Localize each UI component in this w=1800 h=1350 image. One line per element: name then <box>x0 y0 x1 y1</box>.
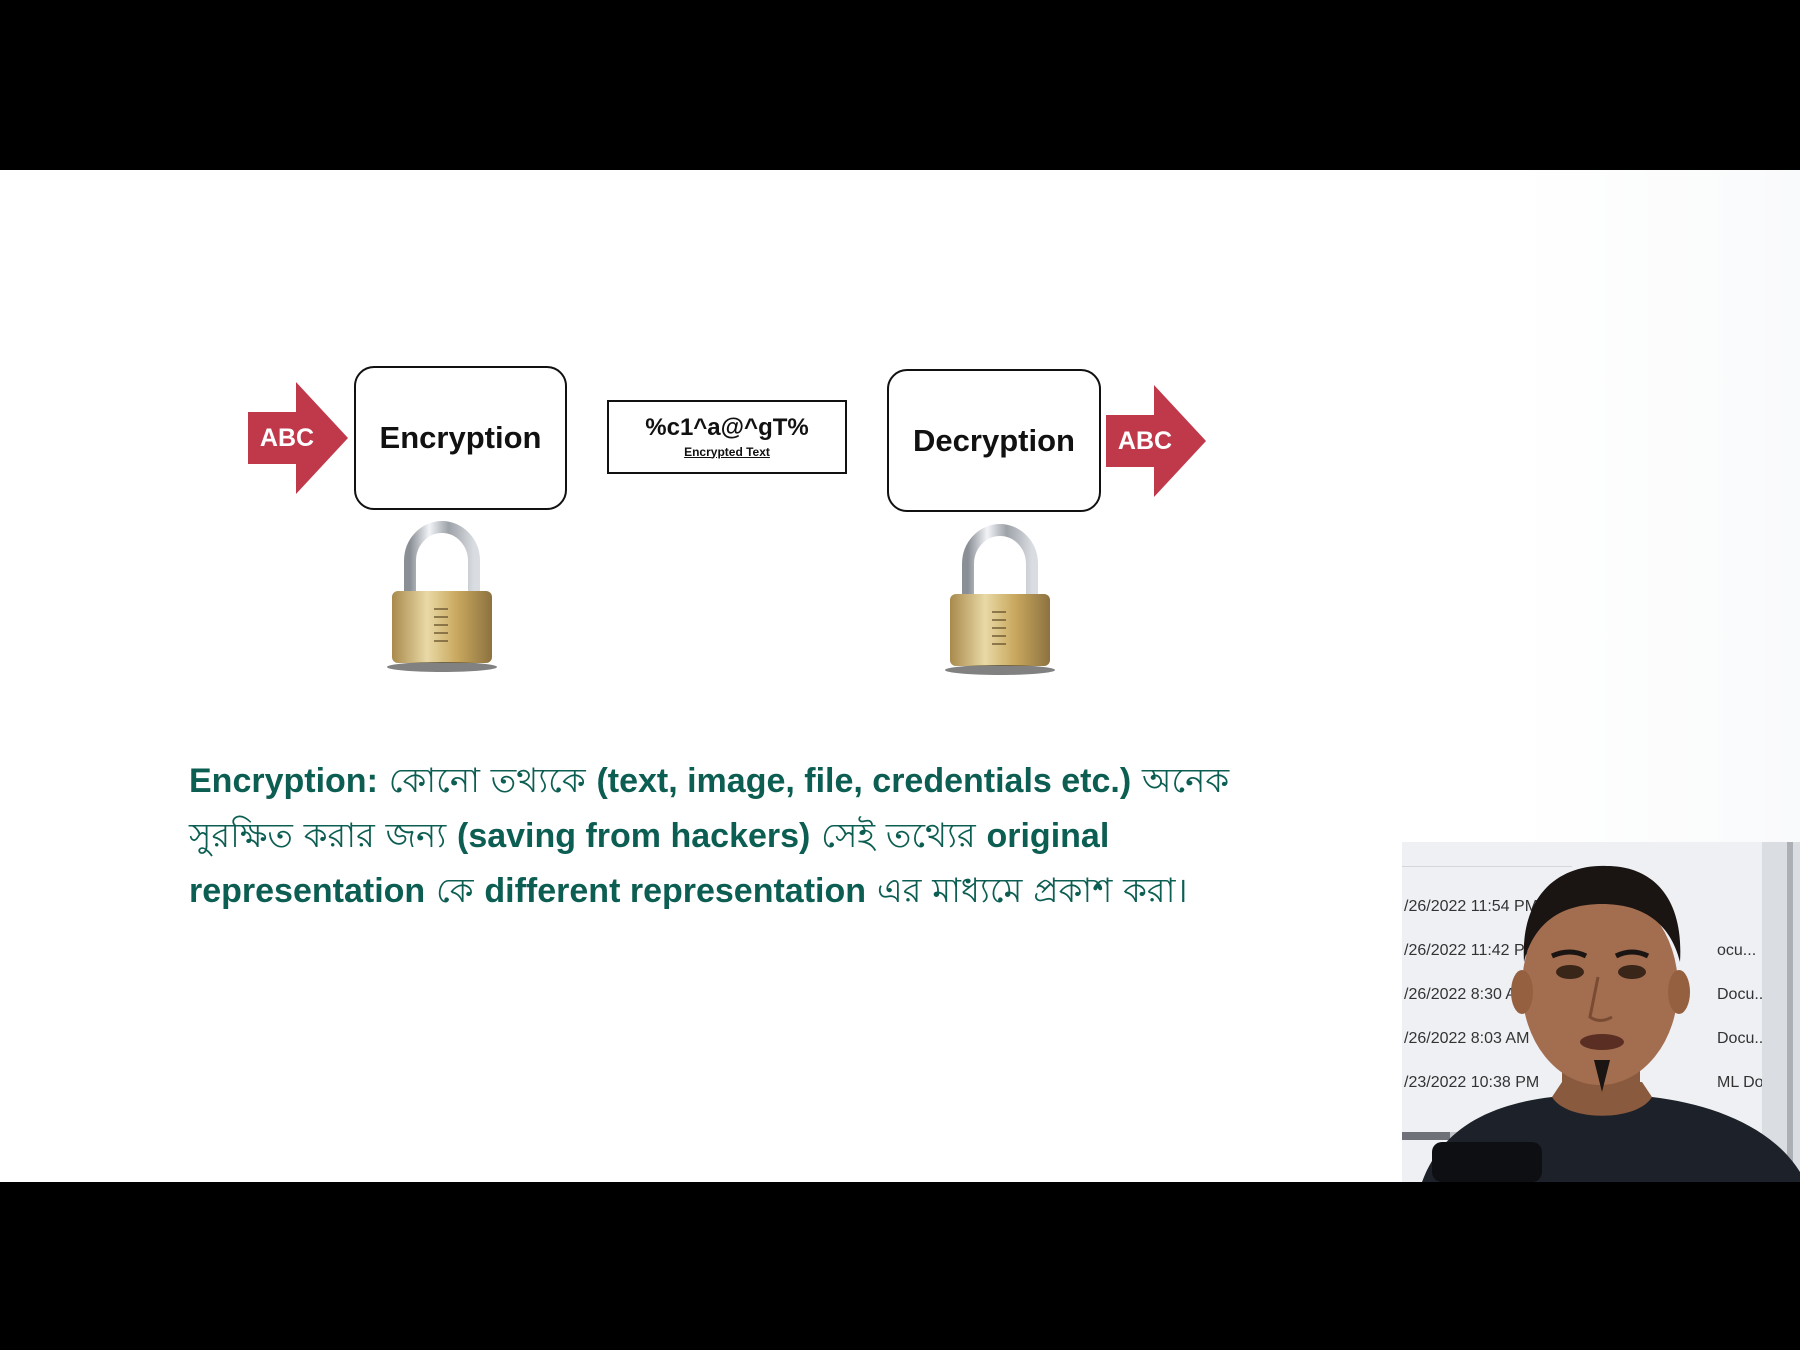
padlock-icon <box>387 521 497 672</box>
definition-part7: কে <box>425 871 485 911</box>
input-arrow: ABC <box>248 382 348 494</box>
webcam-overlay: /26/2022 11:54 PM /26/2022 11:42 PM ocu.… <box>1402 842 1800 1182</box>
cipher-text: %c1^a@^gT% <box>645 413 809 441</box>
output-label: ABC <box>1117 426 1173 455</box>
padlock-encryption <box>382 515 502 680</box>
definition-part4: (saving from hackers) <box>457 817 811 855</box>
definition-part8: different representation <box>484 872 867 910</box>
encrypted-text-box: %c1^a@^gT% Encrypted Text <box>607 400 847 474</box>
decryption-box: Decryption <box>887 369 1101 512</box>
encryption-box: Encryption <box>354 366 567 510</box>
definition-term: Encryption: <box>189 762 378 800</box>
definition-part1: কোনো তথ্যকে <box>377 761 597 801</box>
input-label: ABC <box>259 423 315 452</box>
definition-part5: সেই তথ্যের <box>810 816 987 856</box>
padlock-icon <box>945 524 1055 675</box>
encryption-label: Encryption <box>379 420 542 455</box>
padlock-decryption <box>940 518 1060 683</box>
decryption-label: Decryption <box>913 422 1075 458</box>
output-arrow: ABC <box>1106 385 1206 497</box>
cipher-caption: Encrypted Text <box>684 444 770 459</box>
definition-part2: (text, image, file, credentials etc.) <box>596 762 1132 800</box>
presenter-video <box>1422 842 1800 1182</box>
encryption-definition: Encryption: কোনো তথ্যকে (text, image, fi… <box>189 754 1339 919</box>
definition-part9: এর মাধ্যমে প্রকাশ করা। <box>866 871 1188 911</box>
